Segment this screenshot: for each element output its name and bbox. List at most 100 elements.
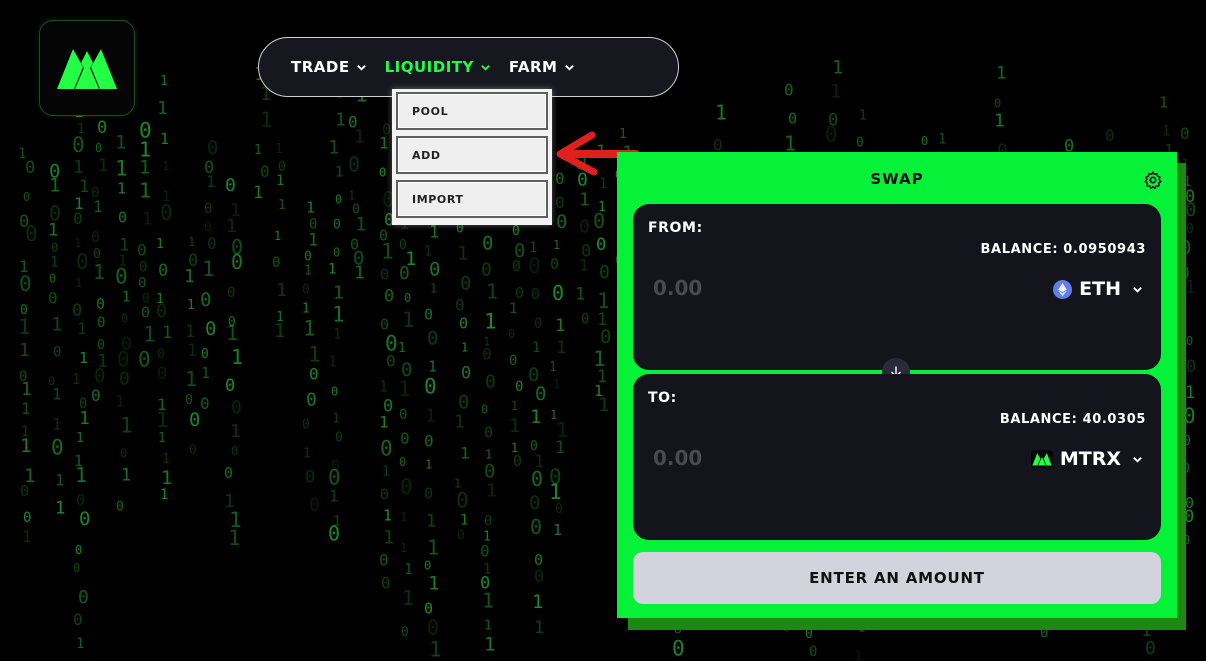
svg-text:0: 0 — [73, 209, 83, 228]
svg-text:1: 1 — [425, 405, 436, 426]
svg-text:0: 0 — [305, 468, 315, 488]
svg-text:0: 0 — [380, 437, 393, 461]
svg-text:0: 0 — [427, 327, 438, 349]
svg-text:1: 1 — [157, 98, 168, 119]
from-token-select[interactable]: ETH — [1053, 278, 1143, 300]
svg-text:0: 0 — [484, 423, 493, 441]
svg-text:0: 0 — [1185, 199, 1196, 221]
nav-farm[interactable]: FARM — [509, 58, 575, 76]
app-logo[interactable] — [39, 20, 135, 116]
from-token-symbol: ETH — [1079, 278, 1121, 300]
svg-text:0: 0 — [335, 192, 342, 206]
svg-text:1: 1 — [115, 157, 128, 181]
svg-text:0: 0 — [302, 283, 310, 298]
svg-text:0: 0 — [200, 394, 210, 413]
svg-text:0: 0 — [23, 190, 30, 204]
svg-text:0: 0 — [1186, 222, 1194, 237]
svg-text:1: 1 — [229, 508, 242, 532]
svg-text:0: 0 — [25, 222, 38, 246]
svg-text:0: 0 — [401, 359, 412, 381]
svg-text:1: 1 — [402, 586, 414, 610]
svg-text:0: 0 — [921, 134, 928, 148]
chevron-down-icon — [356, 64, 366, 71]
svg-text:1: 1 — [276, 280, 287, 301]
svg-text:0: 0 — [788, 110, 797, 128]
svg-text:1: 1 — [260, 108, 273, 132]
svg-text:1: 1 — [332, 302, 345, 326]
svg-text:0: 0 — [424, 305, 433, 323]
to-token-select[interactable]: MTRX — [1030, 448, 1143, 470]
svg-text:1: 1 — [162, 323, 172, 343]
to-token-box: TO: BALANCE: 40.0305 MTRX — [633, 374, 1161, 540]
svg-text:0: 0 — [385, 332, 398, 356]
svg-text:1: 1 — [98, 156, 108, 176]
svg-text:0: 0 — [201, 347, 209, 362]
svg-text:0: 0 — [427, 615, 439, 639]
svg-text:1: 1 — [52, 414, 62, 433]
svg-text:1: 1 — [938, 132, 946, 148]
svg-text:0: 0 — [383, 397, 393, 417]
svg-text:0: 0 — [399, 455, 406, 469]
svg-text:1: 1 — [156, 408, 169, 432]
nav-trade[interactable]: TRADE — [291, 58, 367, 76]
svg-text:1: 1 — [328, 261, 336, 277]
svg-text:1: 1 — [425, 457, 432, 471]
svg-text:1: 1 — [398, 377, 411, 401]
mtrx-logo-icon — [1030, 450, 1053, 468]
svg-text:1: 1 — [579, 190, 590, 211]
svg-text:1: 1 — [579, 256, 589, 275]
svg-text:0: 0 — [484, 513, 492, 529]
svg-text:0: 0 — [188, 251, 198, 271]
svg-text:0: 0 — [353, 247, 364, 269]
svg-text:0: 0 — [424, 599, 433, 617]
svg-text:0: 0 — [76, 250, 89, 274]
svg-text:1: 1 — [77, 319, 87, 338]
svg-text:1: 1 — [52, 384, 62, 403]
svg-text:0: 0 — [461, 363, 471, 383]
svg-text:0: 0 — [204, 158, 214, 178]
menu-item-pool[interactable]: POOL — [396, 92, 548, 130]
svg-text:1: 1 — [553, 238, 560, 252]
enter-amount-button[interactable]: ENTER AN AMOUNT — [633, 552, 1161, 604]
svg-text:0: 0 — [348, 152, 360, 176]
svg-text:0: 0 — [530, 439, 538, 454]
svg-text:1: 1 — [483, 529, 491, 544]
svg-text:0: 0 — [97, 118, 107, 138]
svg-text:1: 1 — [400, 541, 407, 555]
svg-text:0: 0 — [482, 344, 492, 363]
to-amount-input[interactable] — [653, 446, 813, 470]
nav-farm-label: FARM — [508, 58, 558, 76]
nav-liquidity[interactable]: LIQUIDITY — [385, 58, 491, 76]
svg-text:0: 0 — [51, 240, 58, 254]
svg-text:1: 1 — [77, 122, 85, 137]
svg-text:1: 1 — [24, 465, 35, 487]
svg-text:0: 0 — [96, 295, 105, 313]
svg-text:0: 0 — [141, 304, 150, 322]
nav-trade-label: TRADE — [291, 58, 350, 76]
svg-text:0: 0 — [224, 464, 233, 482]
svg-text:1: 1 — [328, 352, 337, 370]
svg-text:1: 1 — [185, 322, 195, 342]
svg-text:0: 0 — [204, 220, 212, 235]
svg-text:0: 0 — [555, 502, 563, 517]
svg-text:0: 0 — [72, 301, 82, 321]
svg-text:1: 1 — [333, 282, 344, 303]
svg-text:0: 0 — [596, 235, 606, 255]
menu-item-import[interactable]: IMPORT — [396, 180, 548, 218]
svg-text:1: 1 — [379, 134, 389, 153]
gear-icon[interactable] — [1143, 170, 1163, 190]
from-amount-input[interactable] — [653, 276, 813, 300]
svg-text:1: 1 — [158, 431, 166, 446]
menu-item-add[interactable]: ADD — [396, 136, 548, 174]
svg-text:1: 1 — [120, 414, 133, 438]
svg-text:0: 0 — [116, 500, 124, 515]
svg-text:1: 1 — [549, 480, 562, 504]
svg-text:0: 0 — [73, 610, 83, 629]
svg-text:0: 0 — [400, 475, 413, 499]
svg-text:1: 1 — [549, 360, 557, 375]
svg-text:1: 1 — [428, 357, 437, 375]
svg-text:1: 1 — [74, 194, 84, 213]
svg-text:1: 1 — [76, 431, 84, 446]
svg-text:0: 0 — [424, 558, 431, 572]
svg-text:1: 1 — [93, 197, 103, 216]
